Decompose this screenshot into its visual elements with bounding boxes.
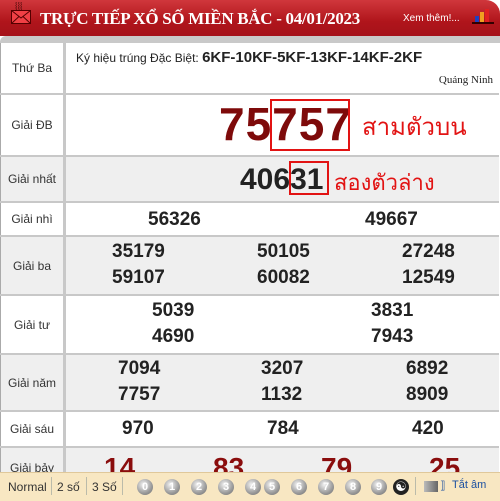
province: Quảng Ninh — [438, 74, 493, 86]
header-divider — [0, 36, 500, 43]
speaker-icon[interactable] — [424, 481, 438, 492]
digit-7-button[interactable]: 7 — [318, 479, 334, 495]
mode-normal-button[interactable]: Normal — [8, 480, 47, 494]
prize-label: Giải tư — [0, 295, 66, 355]
info-row: Thứ Ba Ký hiệu trúng Đặc Biệt: 6KF-10KF-… — [0, 43, 499, 95]
prize-number: 1132 — [261, 384, 303, 405]
prize-label: Giải sáu — [0, 411, 66, 448]
prize-number: 7943 — [371, 326, 414, 347]
prize-number: 59107 — [112, 267, 165, 288]
see-more-link[interactable]: Xem thêm!... — [403, 13, 460, 24]
prize-number: 27248 — [402, 241, 455, 262]
day-label: Thứ Ba — [0, 43, 66, 95]
sound-wave-icon: ⟧ — [440, 480, 446, 492]
footer-toolbar: Normal 2 số 3 Số 0 1 2 3 4 5 6 7 8 9 ☯ ⟧… — [0, 472, 500, 501]
prize-label: Giải ĐB — [0, 94, 66, 157]
prize-label: Giải nhì — [0, 202, 66, 237]
annotation-two-bottom: สองตัวล่าง — [334, 170, 435, 195]
annotation-three-top: สามตัวบน — [362, 114, 467, 141]
prize-number: 7094 — [118, 358, 161, 379]
mode-3-digit-button[interactable]: 3 Số — [92, 480, 117, 494]
prize-number: 7757 — [118, 384, 161, 405]
digit-5-button[interactable]: 5 — [264, 479, 280, 495]
prize-number: 8909 — [406, 384, 449, 405]
highlight-box — [270, 99, 350, 151]
special-code-label: Ký hiệu trúng Đặc Biệt: — [76, 51, 199, 65]
prize-number: 49667 — [365, 209, 418, 230]
prize-number: 12549 — [402, 267, 455, 288]
results-table: Thứ Ba Ký hiệu trúng Đặc Biệt: 6KF-10KF-… — [0, 43, 499, 489]
row-giai-tu: Giải tư 5039 3831 4690 7943 — [0, 295, 499, 355]
steam-icon: ⸾⸾⸾ — [15, 3, 23, 10]
digit-1-button[interactable]: 1 — [164, 479, 180, 495]
mute-button[interactable]: Tắt âm — [452, 479, 486, 491]
prize-label: Giải năm — [0, 354, 66, 412]
divider — [415, 477, 416, 495]
prize-number: 35179 — [112, 241, 165, 262]
mode-2-digit-button[interactable]: 2 số — [57, 480, 80, 494]
row-giai-nam: Giải năm 7094 3207 6892 7757 1132 8909 — [0, 354, 499, 412]
prize-label: Giải ba — [0, 236, 66, 296]
special-code-value: 6KF-10KF-5KF-13KF-14KF-2KF — [202, 49, 423, 66]
prize-number: 6892 — [406, 358, 449, 379]
prize-number: 3831 — [371, 300, 414, 321]
special-code: Ký hiệu trúng Đặc Biệt: 6KF-10KF-5KF-13K… — [76, 49, 422, 66]
row-giai-sau: Giải sáu 970 784 420 — [0, 411, 499, 448]
prize-number: 3207 — [261, 358, 304, 379]
digit-8-button[interactable]: 8 — [345, 479, 361, 495]
digit-3-button[interactable]: 3 — [218, 479, 234, 495]
digit-9-button[interactable]: 9 — [371, 479, 387, 495]
digit-2-button[interactable]: 2 — [191, 479, 207, 495]
prize-number: 56326 — [148, 209, 201, 230]
row-giai-db: Giải ĐB 75757 สามตัวบน — [0, 94, 499, 157]
prize-number: 420 — [412, 418, 444, 439]
prize-number: 50105 — [257, 241, 310, 262]
divider — [86, 477, 87, 495]
highlight-box — [289, 161, 329, 195]
digit-6-button[interactable]: 6 — [291, 479, 307, 495]
row-giai-nhat: Giải nhất 40631 สองตัวล่าง — [0, 156, 499, 203]
prize-number: 4690 — [152, 326, 195, 347]
header-bar: ⸾⸾⸾ TRỰC TIẾP XỔ SỐ MIỀN BẮC - 04/01/202… — [0, 0, 500, 36]
prize-number: 60082 — [257, 267, 310, 288]
bar-chart-icon[interactable] — [472, 8, 494, 24]
mail-icon — [11, 10, 31, 24]
divider — [51, 477, 52, 495]
row-giai-nhi: Giải nhì 56326 49667 — [0, 202, 499, 237]
prize-number: 5039 — [152, 300, 195, 321]
row-giai-ba: Giải ba 35179 50105 27248 59107 60082 12… — [0, 236, 499, 296]
digit-0-button[interactable]: 0 — [137, 479, 153, 495]
prize-number: 970 — [122, 418, 154, 439]
page-title: TRỰC TIẾP XỔ SỐ MIỀN BẮC - 04/01/2023 — [40, 9, 360, 28]
prize-label: Giải nhất — [0, 156, 66, 203]
prize-number: 784 — [267, 418, 299, 439]
digit-4-button[interactable]: 4 — [245, 479, 261, 495]
yin-yang-icon[interactable]: ☯ — [393, 479, 409, 495]
divider — [122, 477, 123, 495]
